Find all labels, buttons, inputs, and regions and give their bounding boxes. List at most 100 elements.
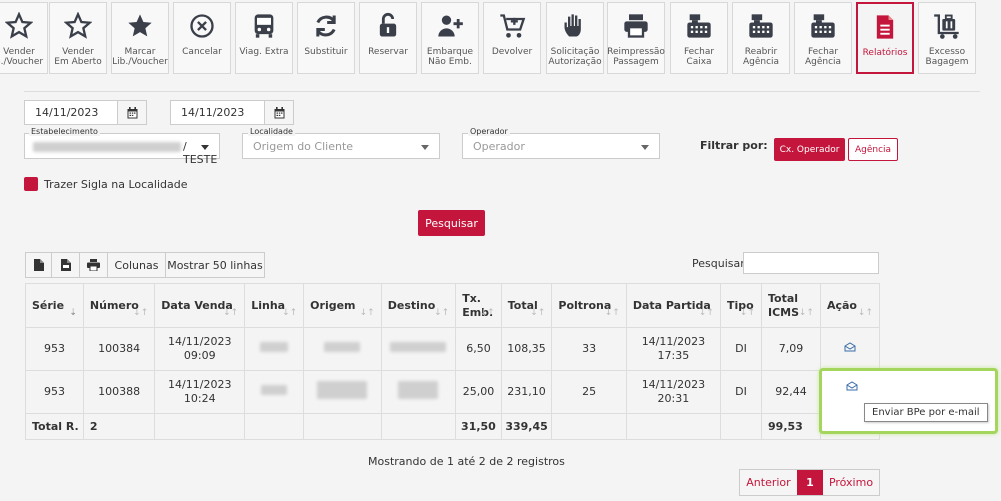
cx-operador-button[interactable]: Cx. Operador — [774, 138, 845, 161]
envelope-open-icon[interactable] — [844, 342, 856, 355]
pesquisar-button[interactable]: Pesquisar — [418, 210, 485, 236]
sort-icon: ↓↑ — [133, 308, 149, 318]
cell-linha — [244, 327, 305, 371]
mostrar-linhas-button[interactable]: Mostrar 50 linhas — [166, 253, 264, 277]
star-icon — [125, 11, 155, 41]
print-icon[interactable] — [80, 253, 108, 277]
cash-register-icon — [808, 11, 838, 41]
toolbar-button-cart-return[interactable]: Devolver — [483, 2, 541, 74]
prev-page-button[interactable]: Anterior — [740, 470, 797, 495]
toolbar-button-star-outline[interactable]: Vender Em Aberto — [49, 2, 107, 74]
calendar-icon[interactable] — [264, 101, 293, 124]
redacted-text — [317, 381, 368, 399]
cell-poltrona: 33 — [551, 327, 627, 371]
empty-cell — [380, 413, 457, 440]
operador-select[interactable]: Operador — [462, 133, 660, 159]
cell-tipo: DI — [719, 370, 763, 414]
toolbar-button-label: Vender b./Voucher — [0, 47, 44, 67]
cell-total-icms: 7,09 — [761, 327, 821, 371]
cell-numero: 100388 — [82, 370, 156, 414]
calendar-icon[interactable] — [117, 101, 146, 124]
date-start-field[interactable]: 14/11/2023 — [24, 100, 147, 125]
agencia-button[interactable]: Agência — [848, 138, 898, 161]
cell-origem — [303, 370, 382, 414]
toolbar-button-cash-register[interactable]: Fechar Agência — [794, 2, 852, 74]
col-total-icms[interactable]: Total ICMS ↓↑ — [761, 283, 821, 328]
toolbar-button-cancel[interactable]: Cancelar — [173, 2, 231, 74]
sort-icon: ↓↑ — [739, 308, 756, 318]
col-destino[interactable]: Destino ↓↑ — [380, 283, 457, 328]
send-bpe-email-icon[interactable] — [846, 378, 858, 396]
col-data-partida[interactable]: Data Partida ↓↑ — [625, 283, 721, 328]
sigla-checkbox[interactable] — [24, 177, 38, 191]
toolbar-button-cash-register[interactable]: Reabrir Agência — [732, 2, 790, 74]
toolbar-button-label: Viag. Extra — [239, 47, 289, 57]
cell-destino — [380, 370, 457, 414]
sort-icon: ↓↑ — [798, 308, 814, 318]
cell-destino — [380, 327, 457, 371]
toolbar-button-label: Excesso Bagagem — [925, 47, 969, 67]
col-linha[interactable]: Linha ↓↑ — [244, 283, 305, 328]
col-data-venda[interactable]: Data Venda ↓↑ — [154, 283, 246, 328]
col-total[interactable]: Total ↓↑ — [500, 283, 553, 328]
file-icon[interactable] — [26, 253, 52, 277]
table-controls: Colunas Mostrar 50 linhas — [25, 252, 265, 278]
empty-cell — [154, 413, 246, 440]
toolbar-button-luggage-cart[interactable]: Excesso Bagagem — [918, 2, 976, 74]
chevron-down-icon — [201, 145, 209, 150]
cell-poltrona: 25 — [551, 370, 627, 414]
totals-total: 339,45 — [500, 413, 553, 440]
col-tipo[interactable]: Tipo ↓↑ — [719, 283, 763, 328]
col-serie[interactable]: Série ⇣ — [25, 283, 84, 328]
page-1-button[interactable]: 1 — [797, 470, 823, 495]
star-outline-icon — [4, 11, 34, 41]
redacted-text — [324, 342, 361, 352]
unlock-icon — [373, 11, 403, 41]
colunas-button[interactable]: Colunas — [108, 253, 166, 277]
refresh-icon — [311, 11, 341, 41]
toolbar-button-unlock[interactable]: Reservar — [359, 2, 417, 74]
cell-data-partida: 14/11/2023 17:35 — [625, 327, 721, 371]
empty-cell — [551, 413, 627, 440]
table-row: 953 100384 14/11/2023 09:09 6,50 108,35 … — [25, 327, 881, 371]
bpe-table: Série ⇣ Número ↓↑ Data Venda ↓↑ Linha ↓↑ Ori… — [25, 283, 881, 440]
col-destino-label: Destino — [387, 298, 436, 312]
estabelecimento-value: / TESTE — [183, 140, 218, 166]
operador-value: Operador — [473, 140, 525, 153]
toolbar-button-star[interactable]: Marcar Lib./Voucher — [111, 2, 169, 74]
toolbar-button-label: Fechar Caixa — [683, 47, 715, 67]
col-tx-emb[interactable]: Tx. Emb. ↓↑ — [455, 283, 502, 328]
toolbar-button-cash-register[interactable]: Fechar Caixa — [670, 2, 728, 74]
cash-register-icon — [746, 11, 776, 41]
toolbar-button-hand[interactable]: Solicitação Autorização — [546, 2, 604, 74]
table-search-input[interactable] — [743, 252, 879, 274]
pdf-file-icon[interactable] — [52, 253, 80, 277]
col-acao[interactable]: Ação ↓↑ — [819, 283, 881, 328]
toolbar-button-printer[interactable]: Reimpressão Passagem — [607, 2, 665, 74]
pagination: Anterior 1 Próximo — [739, 469, 880, 496]
toolbar-button-user-plus[interactable]: Embarque Não Emb. — [421, 2, 479, 74]
empty-cell — [244, 413, 305, 440]
toolbar-button-refresh[interactable]: Substituir — [297, 2, 355, 74]
col-numero[interactable]: Número ↓↑ — [82, 283, 156, 328]
date-end-field[interactable]: 14/11/2023 — [170, 100, 294, 125]
cell-numero: 100384 — [82, 327, 156, 371]
next-page-button[interactable]: Próximo — [823, 470, 879, 495]
col-origem[interactable]: Origem ↓↑ — [303, 283, 382, 328]
sort-icon: ↓↑ — [604, 308, 620, 318]
toolbar-button-bus[interactable]: Viag. Extra — [235, 2, 293, 74]
divider — [24, 91, 980, 92]
cell-origem — [303, 327, 382, 371]
estabelecimento-select[interactable]: / TESTE — [24, 133, 220, 166]
toolbar-button-star-outline[interactable]: Vender b./Voucher — [0, 2, 48, 74]
toolbar-button-label: Vender Em Aberto — [54, 47, 102, 67]
cell-total: 231,10 — [500, 370, 553, 414]
col-poltrona-label: Poltrona — [558, 298, 612, 312]
sigla-checkbox-row[interactable]: Trazer Sigla na Localidade — [24, 177, 188, 191]
localidade-select[interactable]: Origem do Cliente — [242, 133, 440, 159]
cell-acao — [819, 327, 881, 371]
col-poltrona[interactable]: Poltrona ↓↑ — [551, 283, 627, 328]
redacted-text — [398, 381, 439, 399]
chevron-down-icon — [641, 145, 649, 150]
toolbar-button-report[interactable]: Relatórios — [856, 2, 914, 74]
